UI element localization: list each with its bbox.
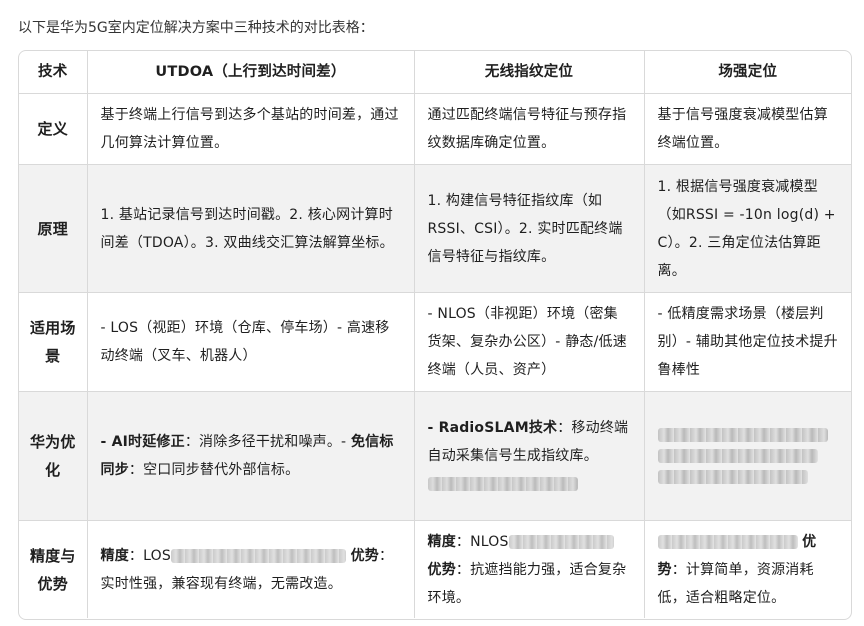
- row-label-huawei-optimization: 华为优化: [19, 391, 88, 521]
- cell-strength-principle: 1. 根据信号强度衰减模型（如RSSI = -10n log(d) + C）。2…: [644, 164, 851, 293]
- keyword-accuracy: 精度: [427, 533, 456, 550]
- cell-strength-definition: 基于信号强度衰减模型估算终端位置。: [644, 93, 851, 165]
- table-row-accuracy-advantages: 精度与优势 精度：LOS 优势：实时性强，兼容现有终端，无需改造。 精度：NLO…: [19, 520, 851, 619]
- row-label-scenarios: 适用场景: [19, 292, 88, 392]
- blurred-text: [508, 534, 614, 549]
- optimization-text-2: ：空口同步替代外部信标。: [128, 462, 300, 478]
- header-technology: 技术: [19, 51, 88, 94]
- cell-fingerprint-accuracy: 精度：NLOS 优势：抗遮挡能力强，适合复杂环境。: [414, 520, 645, 618]
- blurred-text: [657, 470, 808, 484]
- keyword-advantages: 优势: [427, 561, 456, 578]
- row-label-definition: 定义: [19, 93, 88, 165]
- cell-fingerprint-optimization: - RadioSLAM技术：移动终端自动采集信号生成指纹库。: [414, 391, 645, 521]
- advantages-text: ：抗遮挡能力强，适合复杂环境。: [427, 561, 627, 606]
- blurred-text: [427, 477, 578, 491]
- table-row-huawei-optimization: 华为优化 - AI时延修正：消除多径干扰和噪声。- 免信标同步：空口同步替代外部…: [19, 391, 851, 521]
- cell-fingerprint-scenarios: - NLOS（非视距）环境（密集货架、复杂办公区）- 静态/低速终端（人员、资产…: [414, 292, 645, 392]
- accuracy-text: ：LOS: [128, 547, 171, 564]
- blurred-text: [657, 449, 818, 463]
- keyword-ai-delay-correction: - AI时延修正: [100, 434, 185, 450]
- cell-strength-accuracy: 优势：计算简单，资源消耗低，适合粗略定位。: [644, 521, 851, 619]
- blurred-text: [657, 534, 798, 549]
- row-label-accuracy-advantages: 精度与优势: [19, 520, 88, 618]
- keyword-accuracy: 精度: [100, 547, 129, 564]
- header-fingerprint: 无线指纹定位: [414, 51, 645, 94]
- optimization-text-1: ：消除多径干扰和噪声。-: [184, 434, 351, 450]
- cell-fingerprint-definition: 通过匹配终端信号特征与预存指纹数据库确定位置。: [414, 93, 645, 165]
- table-row-definition: 定义 基于终端上行信号到达多个基站的时间差，通过几何算法计算位置。 通过匹配终端…: [19, 93, 851, 165]
- comparison-table: 技术 UTDOA（上行到达时间差） 无线指纹定位 场强定位 定义 基于终端上行信…: [18, 50, 852, 620]
- blurred-text: [657, 428, 828, 442]
- blurred-text: [170, 548, 346, 563]
- accuracy-text: ：NLOS: [455, 533, 509, 550]
- table-row-scenarios: 适用场景 - LOS（视距）环境（仓库、停车场）- 高速移动终端（叉车、机器人）…: [19, 292, 851, 392]
- cell-utdoa-definition: 基于终端上行信号到达多个基站的时间差，通过几何算法计算位置。: [87, 93, 415, 165]
- cell-utdoa-accuracy: 精度：LOS 优势：实时性强，兼容现有终端，无需改造。: [87, 520, 415, 618]
- cell-strength-scenarios: - 低精度需求场景（楼层判别）- 辅助其他定位技术提升鲁棒性: [644, 292, 851, 392]
- cell-utdoa-optimization: - AI时延修正：消除多径干扰和噪声。- 免信标同步：空口同步替代外部信标。: [87, 391, 415, 521]
- table-row-principle: 原理 1. 基站记录信号到达时间戳。2. 核心网计算时间差（TDOA）。3. 双…: [19, 164, 851, 293]
- header-field-strength: 场强定位: [644, 51, 851, 94]
- advantages-text: ：计算简单，资源消耗低，适合粗略定位。: [657, 561, 814, 606]
- cell-strength-optimization: [644, 391, 851, 521]
- cell-fingerprint-principle: 1. 构建信号特征指纹库（如RSSI、CSI）。2. 实时匹配终端信号特征与指纹…: [414, 164, 645, 293]
- intro-text: 以下是华为5G室内定位解决方案中三种技术的对比表格：: [18, 20, 374, 36]
- keyword-advantages: 优势: [350, 547, 379, 564]
- header-utdoa: UTDOA（上行到达时间差）: [87, 51, 415, 94]
- row-label-principle: 原理: [19, 164, 88, 293]
- cell-utdoa-principle: 1. 基站记录信号到达时间戳。2. 核心网计算时间差（TDOA）。3. 双曲线交…: [87, 164, 415, 293]
- keyword-radioslam: - RadioSLAM技术: [427, 420, 558, 436]
- cell-utdoa-scenarios: - LOS（视距）环境（仓库、停车场）- 高速移动终端（叉车、机器人）: [87, 292, 415, 392]
